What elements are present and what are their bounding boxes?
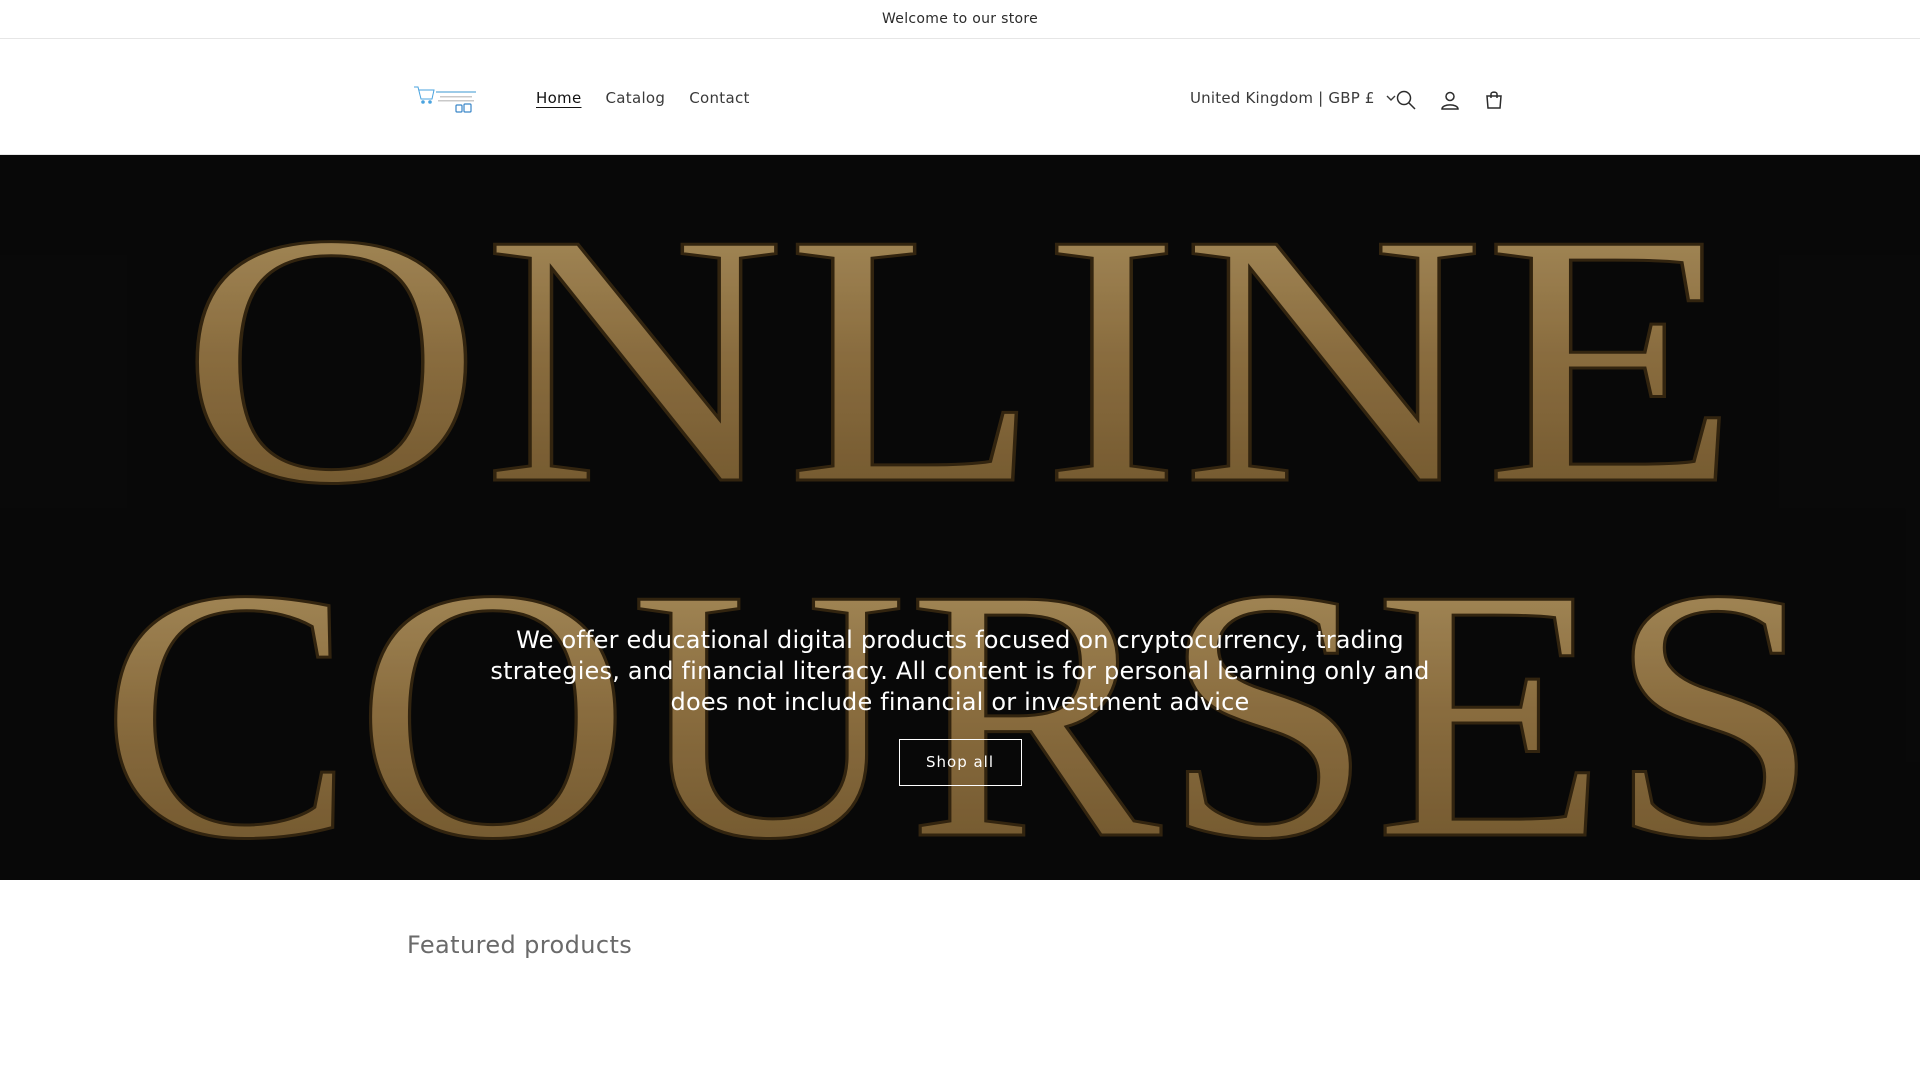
- main-nav: Home Catalog Contact: [524, 78, 762, 118]
- hero-content: We offer educational digital products fo…: [480, 625, 1440, 786]
- nav-link-contact[interactable]: Contact: [677, 78, 761, 118]
- nav-link-home[interactable]: Home: [524, 78, 594, 118]
- featured-products-heading: Featured products: [407, 931, 633, 959]
- account-button[interactable]: [1428, 78, 1472, 122]
- account-icon: [1441, 91, 1459, 110]
- nav-link-catalog[interactable]: Catalog: [594, 78, 678, 118]
- store-logo[interactable]: [412, 77, 482, 117]
- country-currency-selector[interactable]: United Kingdom | GBP £: [1190, 78, 1397, 118]
- cart-button[interactable]: [1472, 78, 1516, 122]
- locale-label: United Kingdom | GBP £: [1190, 89, 1375, 107]
- logo-graphic: [414, 86, 476, 113]
- shop-all-button[interactable]: Shop all: [898, 739, 1022, 786]
- announcement-bar: Welcome to our store: [0, 0, 1920, 39]
- announcement-text: Welcome to our store: [881, 11, 1039, 27]
- cart-icon: [1486, 91, 1502, 109]
- search-button[interactable]: [1384, 78, 1428, 122]
- storefront-page: Welcome to our store Home Catalog Contac…: [0, 0, 1920, 1080]
- search-icon: [1396, 90, 1416, 110]
- hero-text: We offer educational digital products fo…: [490, 626, 1430, 716]
- hero-banner: ONLINE COURSES We offer educational digi…: [0, 155, 1920, 880]
- site-header: Home Catalog Contact United Kingdom | GB…: [0, 39, 1920, 155]
